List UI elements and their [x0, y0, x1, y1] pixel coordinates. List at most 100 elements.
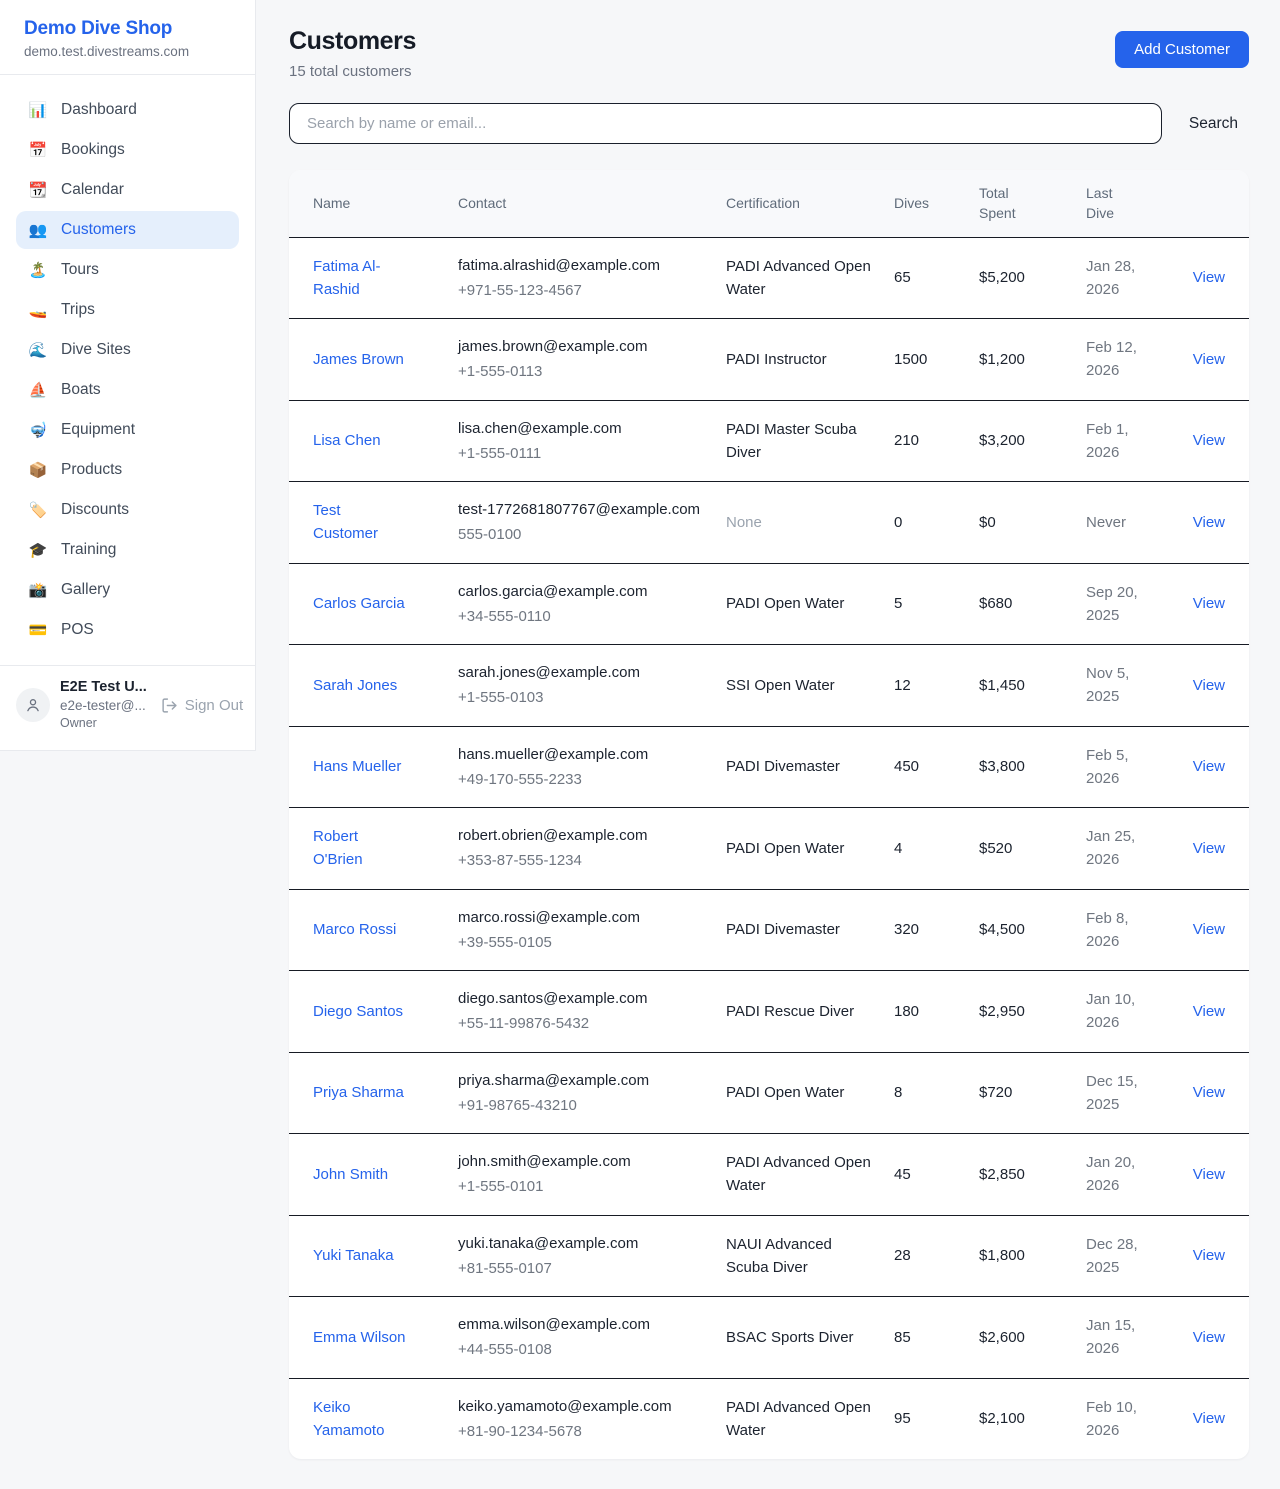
table-row: Test Customer test-1772681807767@example… [289, 481, 1249, 563]
cell-name: James Brown [313, 348, 458, 371]
view-link[interactable]: View [1193, 1410, 1225, 1427]
customer-name-link[interactable]: John Smith [313, 1163, 388, 1186]
sidebar-item-pos[interactable]: 💳 POS [16, 611, 239, 649]
sidebar-item-boats[interactable]: ⛵ Boats [16, 371, 239, 409]
customer-name-link[interactable]: Test Customer [313, 499, 406, 546]
cell-name: Robert O'Brien [313, 825, 458, 872]
sidebar-item-calendar[interactable]: 📆 Calendar [16, 171, 239, 209]
customer-certification: PADI Advanced Open Water [726, 1154, 871, 1194]
customer-last-dive: Never [1086, 511, 1126, 534]
customer-name-link[interactable]: Carlos Garcia [313, 592, 405, 615]
cell-total-spent: $3,200 [979, 429, 1086, 452]
sidebar-item-equipment[interactable]: 🤿 Equipment [16, 411, 239, 449]
customer-email: sarah.jones@example.com [458, 661, 710, 684]
cell-actions: View [1186, 266, 1225, 289]
customer-name-link[interactable]: Robert O'Brien [313, 825, 406, 872]
customer-email: emma.wilson@example.com [458, 1313, 710, 1336]
view-link[interactable]: View [1193, 514, 1225, 531]
sidebar-item-dashboard[interactable]: 📊 Dashboard [16, 91, 239, 129]
customer-total-spent: $0 [979, 514, 996, 531]
cell-dives: 4 [894, 837, 979, 860]
customer-dives: 85 [894, 1329, 911, 1346]
cell-name: Yuki Tanaka [313, 1244, 458, 1267]
sign-out-label: Sign Out [185, 697, 243, 714]
sidebar-item-tours[interactable]: 🏝️ Tours [16, 251, 239, 289]
view-link[interactable]: View [1193, 758, 1225, 775]
cell-total-spent: $1,200 [979, 348, 1086, 371]
cell-certification: BSAC Sports Diver [726, 1326, 894, 1349]
customer-name-link[interactable]: Emma Wilson [313, 1326, 406, 1349]
customer-name-link[interactable]: Yuki Tanaka [313, 1244, 394, 1267]
table-row: John Smith john.smith@example.com +1-555… [289, 1133, 1249, 1215]
sidebar-item-gallery[interactable]: 📸 Gallery [16, 571, 239, 609]
customer-total-spent: $2,950 [979, 1003, 1025, 1020]
customer-name-link[interactable]: Fatima Al-Rashid [313, 255, 406, 302]
table-row: Keiko Yamamoto keiko.yamamoto@example.co… [289, 1378, 1249, 1460]
customer-last-dive: Jan 20, 2026 [1086, 1151, 1150, 1198]
sidebar-item-label: Dashboard [61, 101, 137, 119]
customer-name-link[interactable]: Priya Sharma [313, 1081, 404, 1104]
view-link[interactable]: View [1193, 269, 1225, 286]
customer-total-spent: $3,200 [979, 432, 1025, 449]
cell-name: Keiko Yamamoto [313, 1396, 458, 1443]
customer-name-link[interactable]: Marco Rossi [313, 918, 396, 941]
customer-name-link[interactable]: Keiko Yamamoto [313, 1396, 406, 1443]
sidebar-item-label: Bookings [61, 141, 125, 159]
view-link[interactable]: View [1193, 1003, 1225, 1020]
cell-certification: PADI Open Water [726, 837, 894, 860]
customer-dives: 320 [894, 921, 919, 938]
sidebar-item-training[interactable]: 🎓 Training [16, 531, 239, 569]
customer-name-link[interactable]: James Brown [313, 348, 404, 371]
customer-phone: +1-555-0113 [458, 360, 710, 383]
main-content: Customers 15 total customers Add Custome… [256, 0, 1280, 1489]
column-header-certification: Certification [726, 180, 894, 226]
sidebar-item-customers[interactable]: 👥 Customers [16, 211, 239, 249]
view-link[interactable]: View [1193, 840, 1225, 857]
cell-actions: View [1186, 1163, 1225, 1186]
cell-certification: PADI Instructor [726, 348, 894, 371]
customer-last-dive: Dec 15, 2025 [1086, 1070, 1150, 1117]
sidebar-item-products[interactable]: 📦 Products [16, 451, 239, 489]
cell-name: Test Customer [313, 499, 458, 546]
view-link[interactable]: View [1193, 921, 1225, 938]
customer-certification: PADI Master Scuba Diver [726, 421, 857, 461]
user-role: Owner [60, 716, 239, 730]
sidebar-item-discounts[interactable]: 🏷️ Discounts [16, 491, 239, 529]
cell-certification: PADI Rescue Diver [726, 1000, 894, 1023]
search-button[interactable]: Search [1189, 115, 1238, 133]
cell-total-spent: $520 [979, 837, 1086, 860]
customer-name-link[interactable]: Diego Santos [313, 1000, 403, 1023]
cell-dives: 0 [894, 511, 979, 534]
view-link[interactable]: View [1193, 677, 1225, 694]
table-row: Marco Rossi marco.rossi@example.com +39-… [289, 889, 1249, 971]
customer-name-link[interactable]: Lisa Chen [313, 429, 381, 452]
customer-email: fatima.alrashid@example.com [458, 254, 710, 277]
add-customer-button[interactable]: Add Customer [1115, 31, 1249, 68]
sign-out-button[interactable]: Sign Out [161, 697, 243, 714]
cell-last-dive: Jan 15, 2026 [1086, 1314, 1186, 1361]
view-link[interactable]: View [1193, 1166, 1225, 1183]
shop-domain: demo.test.divestreams.com [24, 44, 231, 59]
view-link[interactable]: View [1193, 1084, 1225, 1101]
cell-total-spent: $680 [979, 592, 1086, 615]
view-link[interactable]: View [1193, 595, 1225, 612]
view-link[interactable]: View [1193, 1329, 1225, 1346]
customer-name-link[interactable]: Sarah Jones [313, 674, 397, 697]
cell-certification: PADI Advanced Open Water [726, 255, 894, 302]
customer-total-spent: $2,600 [979, 1329, 1025, 1346]
cell-name: Carlos Garcia [313, 592, 458, 615]
sidebar-item-label: Products [61, 461, 122, 479]
sidebar-item-dive-sites[interactable]: 🌊 Dive Sites [16, 331, 239, 369]
customer-name-link[interactable]: Hans Mueller [313, 755, 401, 778]
avatar [16, 688, 50, 722]
view-link[interactable]: View [1193, 351, 1225, 368]
cell-actions: View [1186, 592, 1225, 615]
speedboat-icon: 🚤 [28, 303, 48, 318]
search-input[interactable] [289, 103, 1162, 144]
customer-total-spent: $3,800 [979, 758, 1025, 775]
sidebar-item-trips[interactable]: 🚤 Trips [16, 291, 239, 329]
customer-phone: +1-555-0101 [458, 1175, 710, 1198]
sidebar-item-bookings[interactable]: 📅 Bookings [16, 131, 239, 169]
view-link[interactable]: View [1193, 1247, 1225, 1264]
view-link[interactable]: View [1193, 432, 1225, 449]
